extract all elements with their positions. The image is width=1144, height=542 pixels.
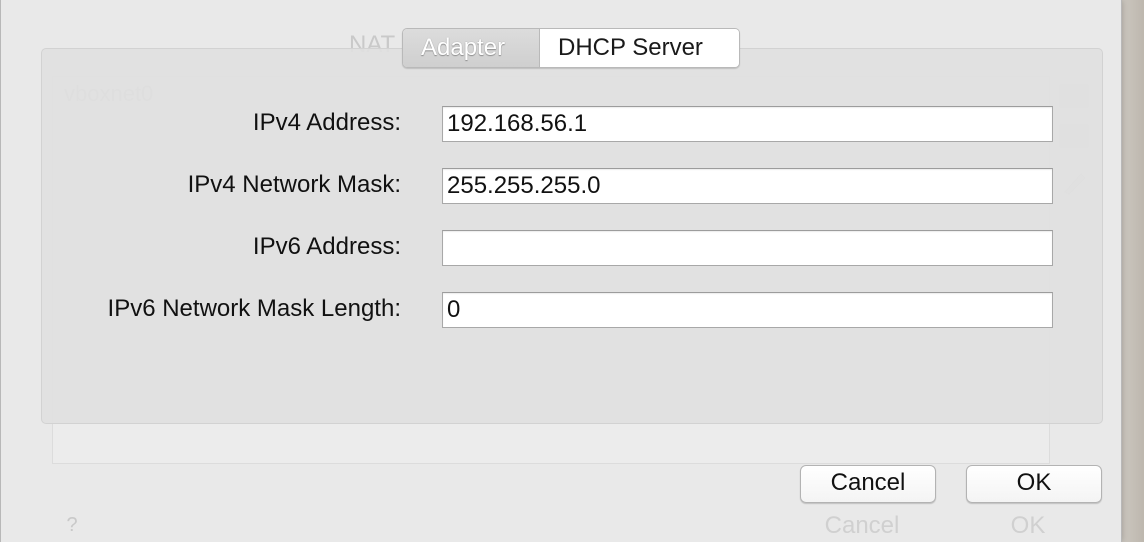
background-ok-button: OK	[1010, 512, 1046, 539]
background-cancel-button: Cancel	[824, 512, 900, 539]
ipv4-address-input[interactable]	[442, 106, 1053, 142]
tab-bar: Adapter DHCP Server	[402, 28, 740, 68]
tab-adapter[interactable]: Adapter	[403, 29, 540, 67]
ipv4-network-mask-input[interactable]	[442, 168, 1053, 204]
ipv6-address-input[interactable]	[442, 230, 1053, 266]
ok-button[interactable]: OK	[966, 465, 1102, 503]
ipv4-address-label: IPv4 Address:	[252, 109, 401, 136]
ipv6-network-mask-length-label: IPv6 Network Mask Length:	[107, 295, 401, 322]
ipv4-network-mask-label: IPv4 Network Mask:	[187, 171, 401, 198]
ipv6-network-mask-length-input[interactable]	[442, 292, 1053, 328]
cancel-button[interactable]: Cancel	[800, 465, 936, 503]
background-help-icon: ?	[66, 514, 78, 536]
tab-dhcp-server[interactable]: DHCP Server	[540, 29, 739, 67]
ipv6-address-label: IPv6 Address:	[252, 233, 401, 260]
host-network-details-sheet: NAT Networks vboxnet0 ? Cancel OK Adapte…	[0, 0, 1122, 542]
